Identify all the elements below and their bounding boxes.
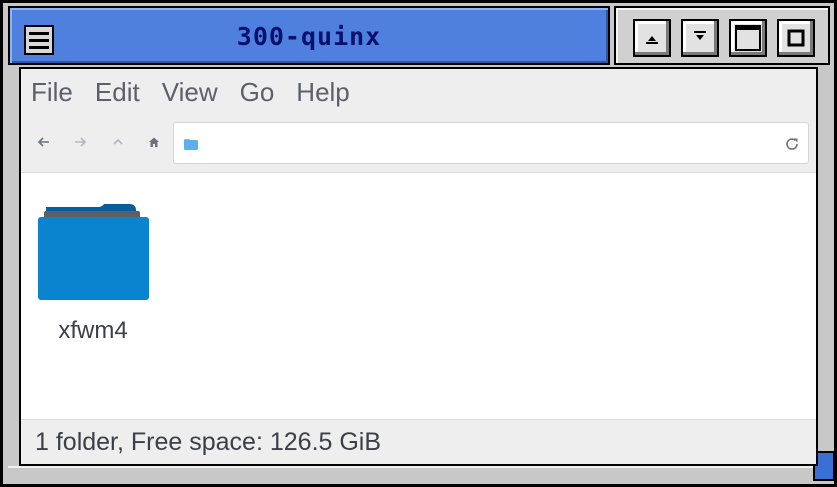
home-icon bbox=[149, 137, 159, 147]
shade-button[interactable] bbox=[633, 19, 671, 57]
back-button[interactable] bbox=[31, 129, 57, 155]
maximize-button[interactable] bbox=[729, 19, 767, 57]
menu-go[interactable]: Go bbox=[238, 77, 277, 108]
window-bottom-border[interactable] bbox=[8, 466, 830, 482]
reload-icon[interactable] bbox=[784, 136, 800, 152]
menu-file[interactable]: File bbox=[29, 77, 75, 108]
folder-icon bbox=[38, 204, 149, 300]
location-bar[interactable] bbox=[173, 122, 809, 164]
menu-bar: File Edit View Go Help bbox=[21, 69, 824, 115]
menu-help[interactable]: Help bbox=[294, 77, 351, 108]
folder-label: xfwm4 bbox=[58, 317, 128, 344]
home-button[interactable] bbox=[141, 129, 167, 155]
up-button[interactable] bbox=[105, 129, 131, 155]
close-button[interactable] bbox=[777, 19, 815, 57]
forward-button[interactable] bbox=[67, 129, 93, 155]
folder-location-icon bbox=[184, 139, 198, 150]
arrow-left-icon bbox=[37, 137, 49, 147]
arrow-right-icon bbox=[75, 137, 87, 147]
menu-edit[interactable]: Edit bbox=[93, 77, 142, 108]
file-manager: File Edit View Go Help xfwm4 1 folder, F… bbox=[19, 67, 818, 466]
status-bar: 1 folder, Free space: 126.5 GiB bbox=[21, 419, 816, 464]
minimize-button[interactable] bbox=[681, 19, 719, 57]
window-controls bbox=[614, 6, 830, 65]
minimize-icon bbox=[694, 31, 706, 40]
maximize-icon bbox=[735, 25, 761, 51]
menu-view[interactable]: View bbox=[160, 77, 220, 108]
toolbar bbox=[21, 117, 816, 169]
shade-icon bbox=[646, 36, 658, 44]
window-title: 300-quinx bbox=[236, 22, 382, 51]
close-icon bbox=[787, 29, 805, 47]
file-view[interactable]: xfwm4 bbox=[21, 172, 816, 419]
arrow-up-icon bbox=[113, 138, 123, 145]
title-bar[interactable]: 300-quinx bbox=[8, 6, 610, 65]
folder-item[interactable]: xfwm4 bbox=[37, 201, 151, 351]
